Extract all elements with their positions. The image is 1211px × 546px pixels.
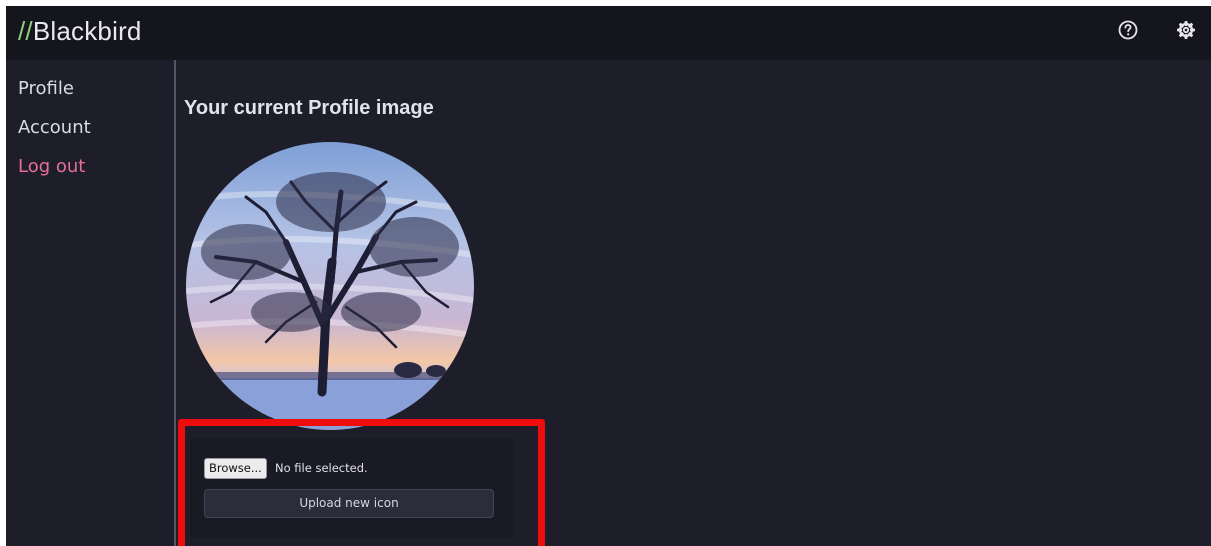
upload-new-icon-button[interactable]: Upload new icon [204,489,494,518]
brand-name: Blackbird [32,16,142,46]
app-window: //Blackbird Profile Account Log out Your… [6,6,1211,546]
upload-panel: Browse... No file selected. Upload new i… [190,438,514,538]
help-icon[interactable] [1117,19,1139,41]
sidebar-item-logout[interactable]: Log out [18,156,85,177]
brand-logo[interactable]: //Blackbird [18,16,142,47]
sidebar-item-account[interactable]: Account [18,117,91,138]
sidebar: Profile Account Log out [6,60,174,546]
profile-image [186,142,474,430]
gear-icon[interactable] [1175,19,1197,41]
browse-button[interactable]: Browse... [204,458,267,479]
brand-slashes: // [18,16,33,46]
file-status-text: No file selected. [275,461,368,475]
sidebar-item-profile[interactable]: Profile [18,78,74,99]
page-title: Your current Profile image [184,97,434,119]
main-content: Your current Profile image Browse... No … [176,60,1211,546]
top-bar: //Blackbird [6,6,1211,60]
